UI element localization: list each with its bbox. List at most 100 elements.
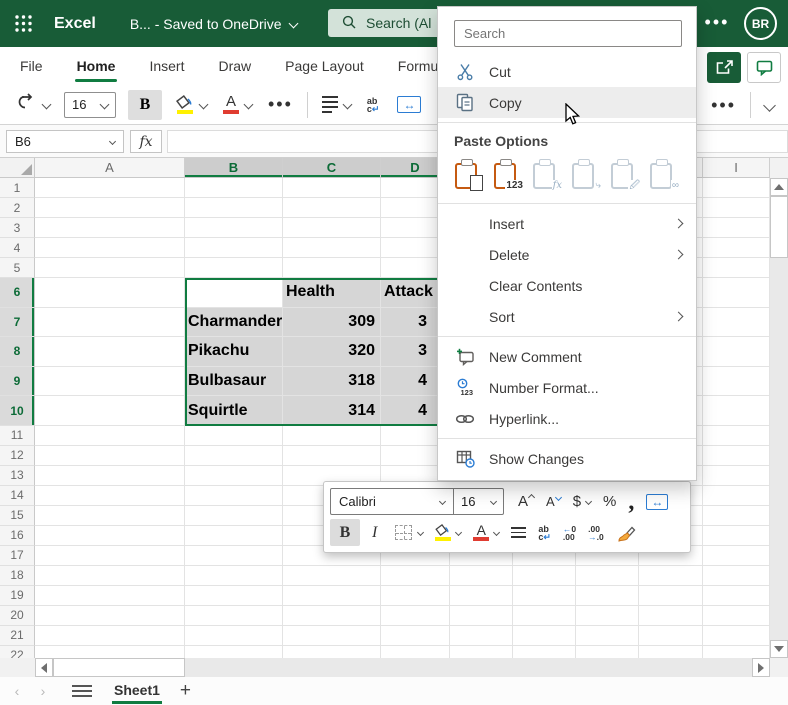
cell-C10[interactable]: 314 <box>283 396 381 426</box>
row-header-20[interactable]: 20 <box>0 606 35 626</box>
merge-cells-button-mini[interactable]: ↔ <box>640 488 674 515</box>
row-header-9[interactable]: 9 <box>0 367 35 397</box>
cell-B5[interactable] <box>185 258 283 278</box>
add-sheet-button[interactable]: + <box>180 680 191 702</box>
cell-I20[interactable] <box>703 606 770 626</box>
paste-transpose-icon[interactable]: ⤷ <box>571 159 601 191</box>
cell-H21[interactable] <box>639 626 703 646</box>
cell-H18[interactable] <box>639 566 703 586</box>
cell-C9[interactable]: 318 <box>283 367 381 397</box>
menu-item-delete[interactable]: Delete <box>438 239 696 270</box>
row-header-15[interactable]: 15 <box>0 506 35 526</box>
row-header-4[interactable]: 4 <box>0 238 35 258</box>
cell-I14[interactable] <box>703 486 770 506</box>
row-header-2[interactable]: 2 <box>0 198 35 218</box>
scroll-up-button[interactable] <box>770 178 788 196</box>
cell-A2[interactable] <box>35 198 185 218</box>
cell-A10[interactable] <box>35 396 185 426</box>
cell-B1[interactable] <box>185 178 283 198</box>
app-launcher-waffle-icon[interactable] <box>0 14 46 33</box>
cell-A9[interactable] <box>35 367 185 397</box>
cell-I5[interactable] <box>703 258 770 278</box>
cell-I3[interactable] <box>703 218 770 238</box>
vertical-scroll-thumb[interactable] <box>770 196 788 258</box>
next-sheet-chevron-icon[interactable]: › <box>30 683 56 699</box>
more-ribbon-commands-icon[interactable]: ••• <box>707 90 740 120</box>
cell-B3[interactable] <box>185 218 283 238</box>
cell-B6[interactable] <box>185 278 283 308</box>
cell-C2[interactable] <box>283 198 381 218</box>
cell-I12[interactable] <box>703 446 770 466</box>
cell-G20[interactable] <box>576 606 639 626</box>
cell-B10[interactable]: Squirtle <box>185 396 283 426</box>
cell-D18[interactable] <box>381 566 450 586</box>
row-header-10[interactable]: 10 <box>0 396 35 426</box>
decrease-font-size-button[interactable]: A <box>540 488 567 515</box>
cell-I16[interactable] <box>703 526 770 546</box>
row-header-19[interactable]: 19 <box>0 586 35 606</box>
cell-A16[interactable] <box>35 526 185 546</box>
cell-A14[interactable] <box>35 486 185 506</box>
cell-E19[interactable] <box>450 586 513 606</box>
cell-I13[interactable] <box>703 466 770 486</box>
cell-A8[interactable] <box>35 337 185 367</box>
cell-I9[interactable] <box>703 367 770 397</box>
tab-page-layout[interactable]: Page Layout <box>283 47 366 85</box>
cell-F22[interactable] <box>513 646 576 658</box>
select-all-corner[interactable] <box>0 158 35 178</box>
currency-format-button[interactable]: $ <box>567 488 597 515</box>
menu-item-clear-contents[interactable]: Clear Contents <box>438 270 696 301</box>
horizontal-scroll-thumb[interactable] <box>53 658 185 677</box>
cell-B17[interactable] <box>185 546 283 566</box>
cell-I1[interactable] <box>703 178 770 198</box>
cell-C3[interactable] <box>283 218 381 238</box>
menu-item-new-comment[interactable]: New Comment <box>438 341 696 372</box>
vertical-scrollbar[interactable] <box>770 178 788 658</box>
row-header-16[interactable]: 16 <box>0 526 35 546</box>
cell-C12[interactable] <box>283 446 381 466</box>
cell-A6[interactable] <box>35 278 185 308</box>
row-header-14[interactable]: 14 <box>0 486 35 506</box>
header-more-options-icon[interactable]: ••• <box>703 12 731 34</box>
cell-I8[interactable] <box>703 337 770 367</box>
cell-C11[interactable] <box>283 426 381 446</box>
fill-color-button[interactable] <box>172 90 211 120</box>
cell-C8[interactable]: 320 <box>283 337 381 367</box>
align-button-mini[interactable] <box>505 519 532 546</box>
menu-item-cut[interactable]: Cut <box>438 56 696 87</box>
cell-B21[interactable] <box>185 626 283 646</box>
increase-font-size-button[interactable]: A <box>512 488 540 515</box>
cell-A12[interactable] <box>35 446 185 466</box>
font-size-select-mini[interactable]: 16 <box>453 489 503 514</box>
menu-item-insert[interactable]: Insert <box>438 208 696 239</box>
align-button[interactable] <box>318 90 355 120</box>
comments-button[interactable] <box>747 52 781 83</box>
cell-B22[interactable] <box>185 646 283 658</box>
font-name-select[interactable]: Calibri <box>331 489 453 514</box>
cell-C19[interactable] <box>283 586 381 606</box>
cell-A17[interactable] <box>35 546 185 566</box>
cell-E22[interactable] <box>450 646 513 658</box>
cell-I19[interactable] <box>703 586 770 606</box>
cell-C5[interactable] <box>283 258 381 278</box>
cell-E18[interactable] <box>450 566 513 586</box>
avatar[interactable]: BR <box>744 7 777 40</box>
cell-A7[interactable] <box>35 308 185 338</box>
name-box[interactable]: B6 <box>6 130 124 153</box>
menu-item-show-changes[interactable]: Show Changes <box>438 443 696 474</box>
cell-A1[interactable] <box>35 178 185 198</box>
column-header-C[interactable]: C <box>283 158 381 178</box>
cell-B13[interactable] <box>185 466 283 486</box>
sheet-tab-sheet1[interactable]: Sheet1 <box>112 678 162 704</box>
row-header-3[interactable]: 3 <box>0 218 35 238</box>
horizontal-scrollbar[interactable] <box>35 658 770 677</box>
cell-E21[interactable] <box>450 626 513 646</box>
cell-H19[interactable] <box>639 586 703 606</box>
more-font-options-icon[interactable]: ••• <box>264 90 297 120</box>
column-header-A[interactable]: A <box>35 158 185 178</box>
borders-button[interactable] <box>389 519 429 546</box>
cell-C4[interactable] <box>283 238 381 258</box>
row-header-21[interactable]: 21 <box>0 626 35 646</box>
cell-I15[interactable] <box>703 506 770 526</box>
cell-C1[interactable] <box>283 178 381 198</box>
